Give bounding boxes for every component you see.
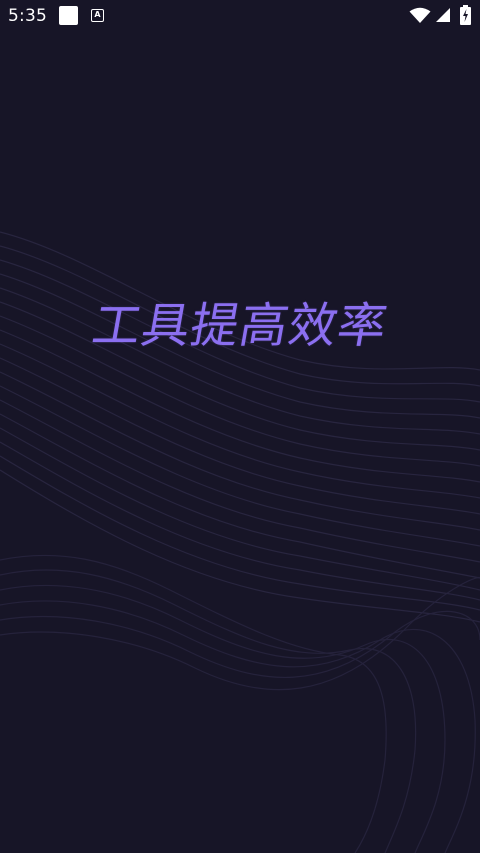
wave-background [0, 231, 480, 853]
headline-slogan: 工具提高效率 [88, 298, 392, 354]
